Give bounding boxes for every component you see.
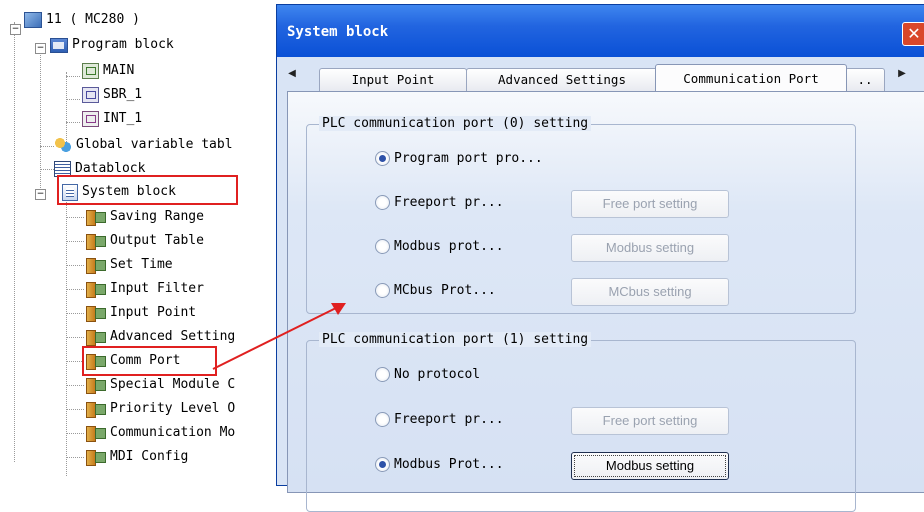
plc-icon (24, 12, 42, 28)
radio-circle-icon (375, 151, 390, 166)
settings-item-icon (84, 401, 106, 418)
tree-item-label: Advanced Setting (110, 329, 236, 344)
tree-item-global-variable-table[interactable]: Global variable tabl (54, 134, 233, 156)
project-tree: − 11 ( MC280 ) − Program block MAIN SBR_… (0, 0, 266, 476)
tree-item-label: SBR_1 (103, 87, 143, 102)
subroutine-icon (82, 87, 99, 103)
settings-item-icon (84, 449, 106, 466)
highlight-box-comm-port (82, 346, 217, 376)
radio-circle-icon (375, 283, 390, 298)
tree-item-input-point[interactable]: Input Point (84, 302, 196, 324)
collapse-toggle-program-block[interactable]: − (35, 43, 46, 54)
settings-item-icon (84, 329, 106, 346)
highlight-box-system-block (57, 175, 238, 205)
tab-advanced-settings[interactable]: Advanced Settings (466, 68, 658, 91)
tree-item-label: Output Table (110, 233, 204, 248)
radio-circle-icon (375, 412, 390, 427)
collapse-toggle-system-block[interactable]: − (35, 189, 46, 200)
tree-item-label: MDI Config (110, 449, 189, 464)
tab-label: .. (857, 72, 873, 87)
settings-item-icon (84, 281, 106, 298)
port0-option-radio[interactable]: Modbus prot... (375, 239, 504, 254)
tree-item-program-block[interactable]: Program block (50, 34, 174, 56)
close-button[interactable]: ✕ (902, 22, 924, 46)
radio-circle-icon (375, 457, 390, 472)
tree-item-special-module-c[interactable]: Special Module C (84, 374, 235, 396)
port0-option-radio[interactable]: Freeport pr... (375, 195, 504, 210)
tree-item-label: Program block (72, 37, 174, 52)
system-block-dialog: System block ✕ ◀ Input Point Advanced Se… (276, 4, 924, 512)
tree-item-sbr[interactable]: SBR_1 (82, 84, 142, 106)
settings-item-icon (84, 425, 106, 442)
dialog-title: System block (287, 24, 389, 40)
tree-item-main[interactable]: MAIN (82, 60, 134, 82)
global-variable-icon (54, 137, 72, 153)
port1-option-radio[interactable]: Modbus Prot... (375, 457, 504, 472)
port1-option-radio[interactable]: No protocol (375, 367, 480, 382)
tree-item-label: Communication Mo (110, 425, 236, 440)
tree-item-label: Set Time (110, 257, 173, 272)
radio-label: No protocol (394, 367, 481, 382)
tree-item-mdi-config[interactable]: MDI Config (84, 446, 188, 468)
radio-label: Freeport pr... (394, 412, 504, 427)
communication-port-panel: PLC communication port (0) setting Progr… (287, 91, 924, 512)
tree-item-label: Input Point (110, 305, 197, 320)
tab-label: Input Point (351, 72, 435, 87)
tab-more[interactable]: .. (845, 68, 885, 91)
tab-input-point[interactable]: Input Point (319, 68, 467, 91)
radio-label: Program port pro... (394, 151, 543, 166)
port0-settings-button[interactable]: MCbus setting (571, 278, 729, 306)
tab-label: Advanced Settings (498, 72, 626, 87)
tab-label: Communication Port (683, 71, 819, 86)
collapse-toggle-root[interactable]: − (10, 24, 21, 35)
port0-group: PLC communication port (0) setting Progr… (306, 116, 856, 314)
port0-settings-button[interactable]: Modbus setting (571, 234, 729, 262)
tree-item-priority-level-o[interactable]: Priority Level O (84, 398, 235, 420)
tree-item-communication-mo[interactable]: Communication Mo (84, 422, 235, 444)
port0-option-radio[interactable]: MCbus Prot... (375, 283, 496, 298)
tree-item-label: INT_1 (103, 111, 143, 126)
radio-label: Modbus prot... (394, 239, 504, 254)
tab-strip: ◀ Input Point Advanced Settings Communic… (277, 61, 924, 91)
tree-item-label: Priority Level O (110, 401, 236, 416)
settings-item-icon (84, 257, 106, 274)
radio-label: MCbus Prot... (394, 283, 496, 298)
radio-circle-icon (375, 195, 390, 210)
tree-item-output-table[interactable]: Output Table (84, 230, 204, 252)
tree-root-label: 11 ( MC280 ) (46, 12, 140, 27)
tab-scroll-right-icon[interactable]: ▶ (897, 67, 907, 81)
tree-item-input-filter[interactable]: Input Filter (84, 278, 204, 300)
settings-item-icon (84, 209, 106, 226)
settings-item-icon (84, 377, 106, 394)
radio-label: Modbus Prot... (394, 457, 504, 472)
tree-item-set-time[interactable]: Set Time (84, 254, 173, 276)
tree-item-label: Special Module C (110, 377, 236, 392)
port0-group-title: PLC communication port (0) setting (319, 116, 592, 131)
tree-item-label: MAIN (103, 63, 135, 78)
tree-item-advanced-setting[interactable]: Advanced Setting (84, 326, 235, 348)
dialog-titlebar[interactable]: System block ✕ (277, 5, 924, 57)
tree-item-label: Saving Range (110, 209, 204, 224)
tab-scroll-left-icon[interactable]: ◀ (287, 67, 297, 81)
radio-circle-icon (375, 239, 390, 254)
port1-option-radio[interactable]: Freeport pr... (375, 412, 504, 427)
tree-item-label: Input Filter (110, 281, 204, 296)
port0-option-radio[interactable]: Program port pro... (375, 151, 543, 166)
port0-settings-button[interactable]: Free port setting (571, 190, 729, 218)
tree-item-int[interactable]: INT_1 (82, 108, 142, 130)
radio-circle-icon (375, 367, 390, 382)
program-block-icon (50, 37, 68, 53)
tree-item-label: Global variable tabl (76, 137, 233, 152)
port1-group-title: PLC communication port (1) setting (319, 332, 592, 347)
radio-label: Freeport pr... (394, 195, 504, 210)
port1-settings-button[interactable]: Free port setting (571, 407, 729, 435)
settings-item-icon (84, 233, 106, 250)
tab-communication-port[interactable]: Communication Port (655, 64, 847, 91)
tree-item-saving-range[interactable]: Saving Range (84, 206, 204, 228)
port1-group: PLC communication port (1) setting No pr… (306, 332, 856, 512)
main-program-icon (82, 63, 99, 79)
settings-item-icon (84, 305, 106, 322)
interrupt-icon (82, 111, 99, 127)
tree-root[interactable]: 11 ( MC280 ) (24, 9, 140, 31)
